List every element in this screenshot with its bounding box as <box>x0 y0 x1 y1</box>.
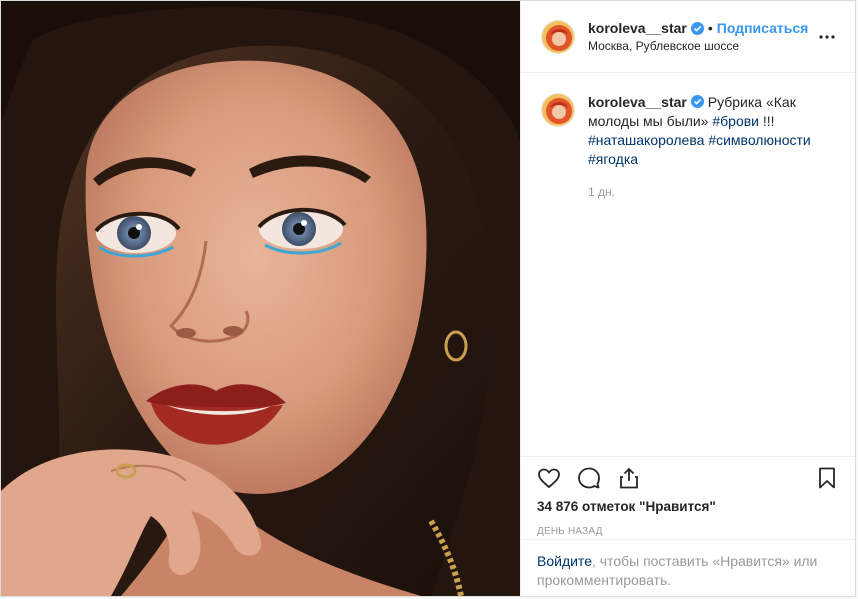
hashtag-link[interactable]: #наташакоролева <box>588 132 704 148</box>
login-prompt: Войдите, чтобы поставить «Нравится» или … <box>521 539 855 590</box>
avatar[interactable] <box>541 19 575 54</box>
verified-badge-icon <box>690 94 704 108</box>
caption: koroleva__star Рубрика «Как молоды мы бы… <box>541 93 839 202</box>
header-text: koroleva__star • Подписаться Москва, Руб… <box>588 20 815 53</box>
caption-username[interactable]: koroleva__star <box>588 94 687 110</box>
post-photo[interactable] <box>1 1 520 596</box>
caption-suffix: !!! <box>762 113 775 129</box>
comments-section: koroleva__star Рубрика «Как молоды мы бы… <box>521 73 855 458</box>
comment-icon[interactable] <box>577 466 601 490</box>
hashtag-link[interactable]: #символюности <box>708 132 810 148</box>
hashtag-link[interactable]: #брови <box>712 113 759 129</box>
bookmark-icon[interactable] <box>815 466 839 490</box>
post-header: koroleva__star • Подписаться Москва, Руб… <box>521 1 855 73</box>
header-row: koroleva__star • Подписаться <box>588 20 815 36</box>
post-container: koroleva__star • Подписаться Москва, Руб… <box>0 0 856 597</box>
likes-count[interactable]: 34 876 отметок "Нравится" <box>537 499 839 514</box>
caption-avatar[interactable] <box>541 93 575 127</box>
more-options-icon[interactable] <box>815 25 839 49</box>
caption-time: 1 дн. <box>588 185 615 199</box>
actions-section: 34 876 отметок "Нравится" день назад <box>521 456 855 537</box>
portrait-image <box>1 1 520 596</box>
location-link[interactable]: Москва, Рублевское шоссе <box>588 39 815 53</box>
follow-button[interactable]: Подписаться <box>717 20 809 36</box>
heart-icon[interactable] <box>537 466 561 490</box>
username-link[interactable]: koroleva__star <box>588 20 687 36</box>
action-icons <box>537 461 839 495</box>
post-date[interactable]: день назад <box>537 526 839 537</box>
hashtag-link[interactable]: #ягодка <box>588 151 638 167</box>
verified-badge-icon <box>690 21 704 35</box>
avatar-image <box>542 20 574 53</box>
separator-dot: • <box>707 20 713 36</box>
post-side-panel: koroleva__star • Подписаться Москва, Руб… <box>520 1 855 596</box>
caption-body: koroleva__star Рубрика «Как молоды мы бы… <box>588 93 839 202</box>
share-icon[interactable] <box>617 466 641 490</box>
login-link[interactable]: Войдите <box>537 553 592 569</box>
avatar-image <box>542 94 574 126</box>
